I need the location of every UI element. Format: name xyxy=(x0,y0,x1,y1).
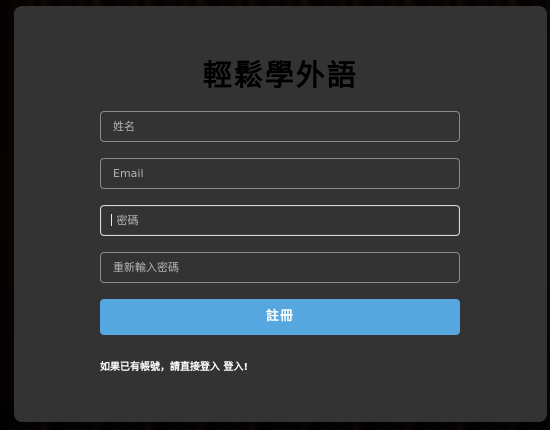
confirm-password-placeholder: 重新輸入密碼 xyxy=(113,261,179,274)
name-input[interactable]: 姓名 xyxy=(100,111,460,142)
confirm-password-input[interactable]: 重新輸入密碼 xyxy=(100,252,460,283)
password-input[interactable]: 密碼 xyxy=(100,205,460,236)
registration-panel: 輕鬆學外語 姓名 Email 密碼 重新輸入密碼 註冊 如果已有帳號，請直接登入… xyxy=(14,6,547,422)
password-placeholder: 密碼 xyxy=(116,214,139,227)
name-placeholder: 姓名 xyxy=(113,120,135,133)
login-prompt-text: 如果已有帳號，請直接登入 xyxy=(100,362,220,373)
email-input[interactable]: Email xyxy=(100,158,460,189)
register-button[interactable]: 註冊 xyxy=(100,299,460,335)
email-placeholder: Email xyxy=(113,167,144,180)
login-prompt: 如果已有帳號，請直接登入 登入! xyxy=(100,358,248,373)
page-title: 輕鬆學外語 xyxy=(202,58,358,92)
text-caret xyxy=(111,214,112,226)
login-link[interactable]: 登入! xyxy=(223,362,248,373)
